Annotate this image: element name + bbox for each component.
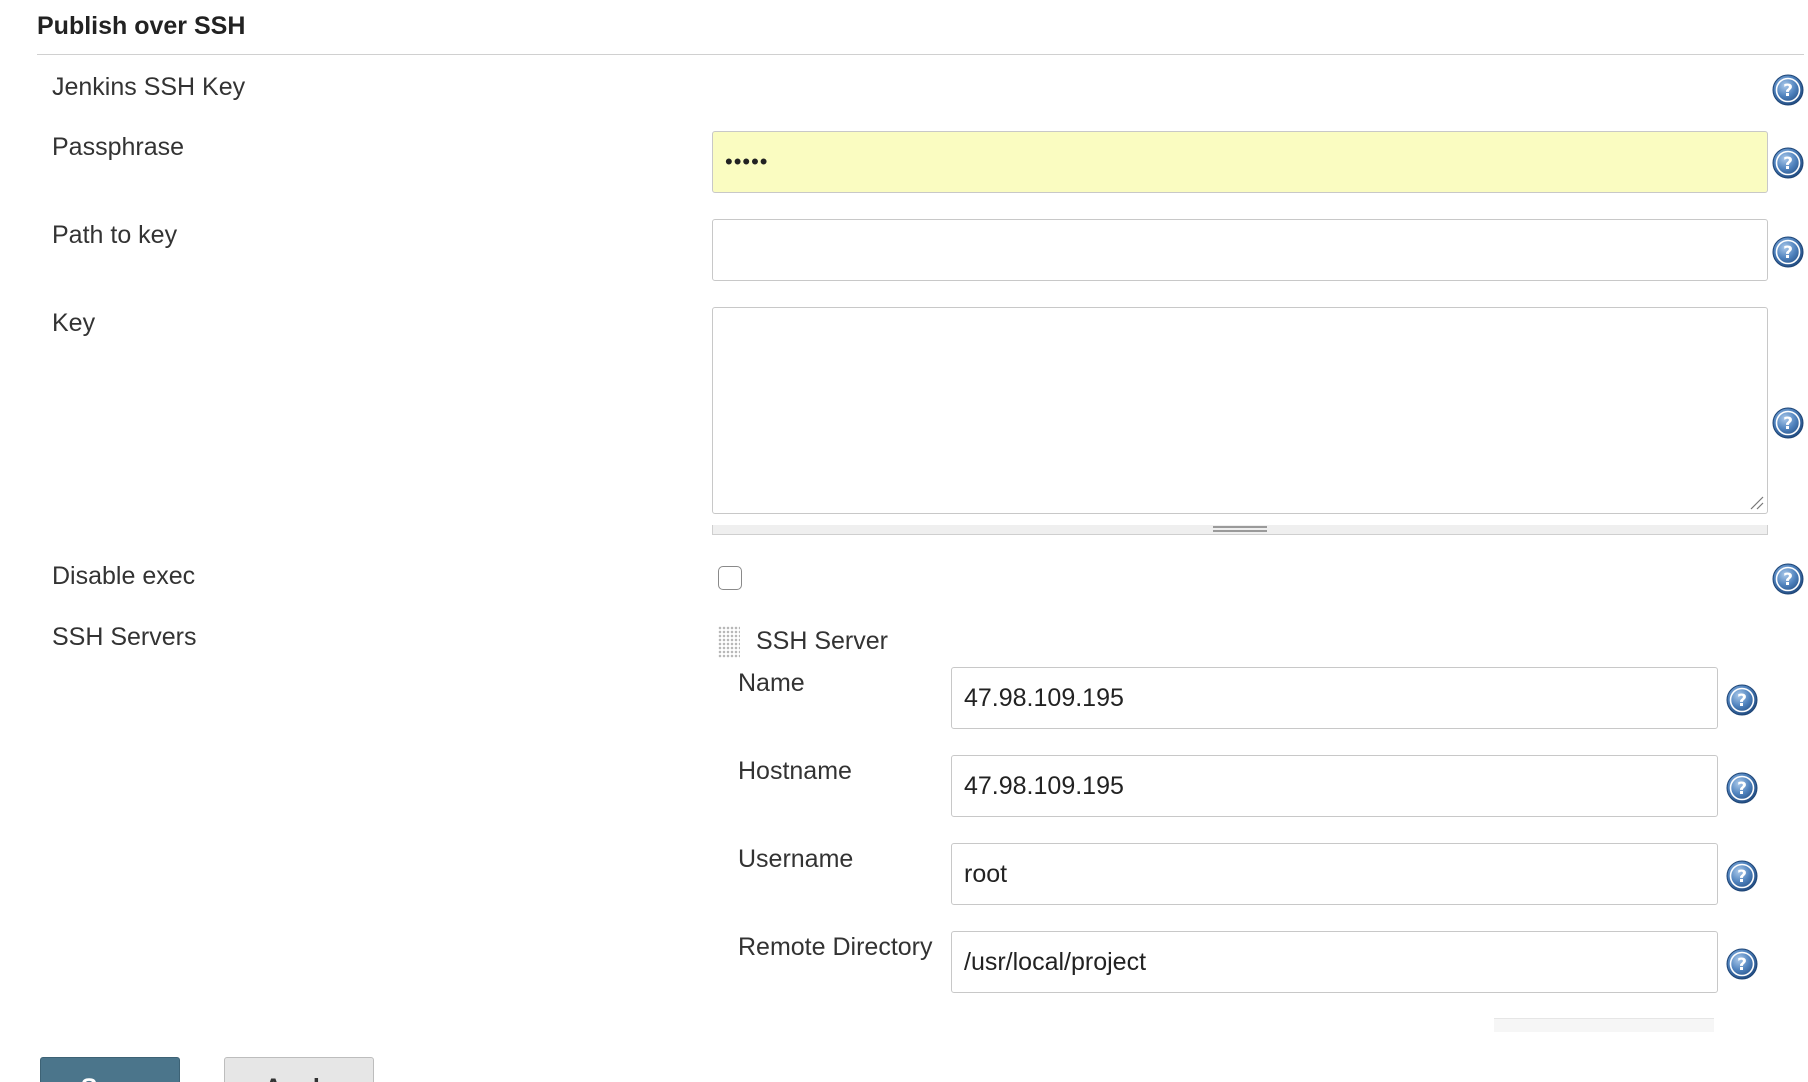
ssh-server-title: SSH Server — [756, 627, 888, 655]
disable-exec-label: Disable exec — [52, 562, 196, 590]
remote-directory-label: Remote Directory — [738, 933, 933, 961]
passphrase-input[interactable] — [712, 131, 1768, 193]
textarea-expand-bar[interactable] — [712, 525, 1768, 535]
help-icon[interactable] — [1772, 563, 1804, 595]
publish-over-ssh-page: Publish over SSH Jenkins SSH Key Passphr… — [0, 0, 1808, 1082]
hostname-label: Hostname — [738, 757, 852, 785]
help-icon[interactable] — [1772, 147, 1804, 179]
username-label: Username — [738, 845, 854, 873]
server-name-label: Name — [738, 669, 805, 697]
save-button[interactable]: Save — [40, 1057, 180, 1082]
help-icon[interactable] — [1726, 860, 1758, 892]
help-icon[interactable] — [1772, 236, 1804, 268]
help-icon[interactable] — [1726, 684, 1758, 716]
remote-directory-input[interactable] — [951, 931, 1718, 993]
key-textarea[interactable] — [712, 307, 1768, 514]
path-to-key-label: Path to key — [52, 221, 178, 249]
resize-grip-icon[interactable] — [1748, 494, 1764, 510]
help-icon[interactable] — [1772, 407, 1804, 439]
help-icon[interactable] — [1772, 74, 1804, 106]
help-icon[interactable] — [1726, 772, 1758, 804]
server-name-input[interactable] — [951, 667, 1718, 729]
help-icon[interactable] — [1726, 948, 1758, 980]
username-input[interactable] — [951, 843, 1718, 905]
advanced-button-edge — [1494, 1018, 1714, 1032]
passphrase-label: Passphrase — [52, 133, 185, 161]
ssh-servers-label: SSH Servers — [52, 623, 197, 651]
expand-grip-icon — [1213, 526, 1267, 532]
disable-exec-checkbox[interactable] — [718, 566, 742, 590]
path-to-key-input[interactable] — [712, 219, 1768, 281]
drag-handle-icon[interactable] — [718, 626, 740, 658]
apply-button[interactable]: Apply — [224, 1057, 374, 1082]
section-title: Publish over SSH — [37, 12, 246, 40]
section-divider — [37, 54, 1804, 55]
hostname-input[interactable] — [951, 755, 1718, 817]
key-label: Key — [52, 309, 96, 337]
jenkins-ssh-key-label: Jenkins SSH Key — [52, 73, 246, 101]
